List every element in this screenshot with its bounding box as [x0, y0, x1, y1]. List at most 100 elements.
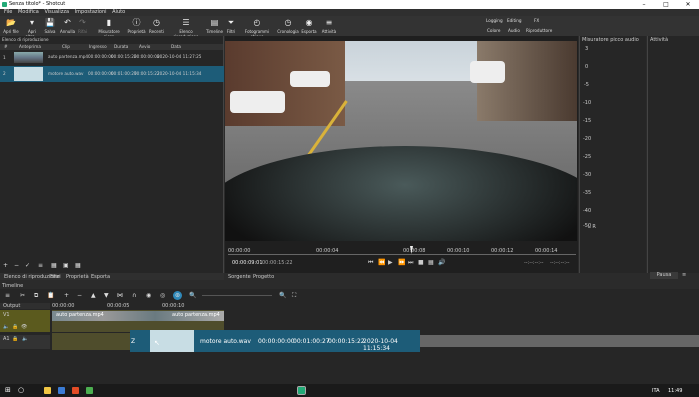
visibility-icon[interactable]: 👁: [21, 324, 27, 330]
windows-start-icon[interactable]: ⊞: [5, 386, 11, 394]
menu-edit[interactable]: Modifica: [18, 9, 39, 16]
layout-logging[interactable]: Logging: [486, 18, 503, 23]
tab-source[interactable]: Sorgente: [228, 274, 251, 280]
zoom-fit-icon[interactable]: ⛶: [292, 292, 296, 300]
timeline-menu-icon[interactable]: ≡: [5, 292, 10, 299]
layout-audio[interactable]: Audio: [508, 28, 520, 33]
snap-icon[interactable]: ∩: [132, 292, 136, 299]
remove-icon[interactable]: −: [14, 262, 19, 269]
office-icon[interactable]: [72, 387, 79, 394]
append-icon[interactable]: +: [64, 292, 69, 299]
col-preview[interactable]: Anteprima: [19, 44, 41, 49]
fast-forward-icon[interactable]: ⏩: [398, 259, 405, 266]
history-button[interactable]: ◷ Cronologia: [277, 18, 299, 34]
stop-icon[interactable]: ■: [418, 259, 424, 266]
overwrite-icon[interactable]: ▼: [104, 292, 109, 299]
shotcut-taskbar-icon[interactable]: [297, 386, 306, 395]
open-file-button[interactable]: 📂 Apri file: [2, 18, 20, 34]
volume-icon[interactable]: 🔊: [438, 259, 445, 266]
copy-icon[interactable]: ⧉: [34, 292, 38, 300]
clock[interactable]: 11:49: [668, 388, 682, 394]
video-clip[interactable]: auto partenza.mp4 auto partenza.mp4: [52, 310, 224, 332]
audio-clip[interactable]: Z motore auto.wav 00:00:00:00 00:01:00:2…: [130, 330, 420, 352]
pause-button[interactable]: Pausa: [650, 272, 678, 279]
zoom-slider[interactable]: [202, 295, 272, 296]
recent-button[interactable]: ◷ Recenti: [148, 18, 165, 34]
open-file-label: Apri file: [3, 29, 19, 34]
properties-button[interactable]: ⓘ Proprietà: [127, 18, 146, 34]
audio-gap[interactable]: [52, 333, 130, 350]
open-other-icon: ▾: [29, 18, 34, 27]
edge-icon[interactable]: [58, 387, 65, 394]
update-icon[interactable]: ✓: [25, 262, 30, 269]
col-clip[interactable]: Clip: [62, 44, 70, 49]
layout-player[interactable]: Riproduttore: [526, 28, 552, 33]
lock-icon[interactable]: 🔒: [12, 336, 18, 342]
col-num[interactable]: #: [4, 44, 8, 49]
skip-end-icon[interactable]: ⏭: [408, 259, 413, 267]
activity-menu-icon[interactable]: ≡: [682, 272, 686, 278]
jobs-button[interactable]: ≡ Attività: [320, 18, 338, 34]
rewind-icon[interactable]: ⏪: [378, 259, 385, 266]
play-icon[interactable]: ▶: [388, 259, 393, 266]
filters-button[interactable]: ⏷ Filtri: [225, 18, 237, 34]
col-in[interactable]: Ingresso: [89, 44, 107, 49]
layout-color[interactable]: Colore: [487, 28, 500, 33]
skip-start-icon[interactable]: ⏮: [368, 259, 373, 267]
save-button[interactable]: 💾 Salva: [44, 18, 56, 34]
details-view-icon[interactable]: ▦: [51, 262, 57, 269]
app-icon[interactable]: [86, 387, 93, 394]
lock-icon[interactable]: 🔒: [12, 324, 18, 330]
menu-file[interactable]: File: [4, 9, 12, 16]
playlist-row[interactable]: 2 motore auto.wav 00:00:00:00 00:01:00:2…: [0, 66, 224, 82]
video-viewer[interactable]: [225, 41, 577, 241]
paste-icon[interactable]: 📋: [47, 292, 54, 299]
row-clip: motore auto.wav: [48, 71, 84, 76]
grid-icon[interactable]: ▦: [428, 259, 434, 266]
current-time[interactable]: 00:00:09:01: [232, 260, 263, 266]
tab-filters[interactable]: Filtri: [50, 274, 61, 280]
col-start[interactable]: Avvio: [139, 44, 150, 49]
scrub-icon[interactable]: ◉: [146, 292, 151, 299]
language-indicator[interactable]: ITA: [652, 388, 660, 394]
layout-fx[interactable]: FX: [534, 18, 539, 23]
layout-editing[interactable]: Editing: [507, 18, 522, 23]
redo-button[interactable]: ↷ Rifai: [77, 18, 88, 34]
lift-icon[interactable]: ▲: [91, 292, 96, 299]
menu-help[interactable]: Aiuto: [112, 9, 125, 16]
track-header-v1[interactable]: V1 🔈 🔒 👁: [0, 310, 50, 332]
ripple-icon[interactable]: ◎: [160, 292, 165, 299]
col-duration[interactable]: Durata: [114, 44, 128, 49]
mute-icon[interactable]: 🔈: [3, 324, 9, 330]
col-date[interactable]: Data: [171, 44, 181, 49]
player-ruler[interactable]: 00:00:00 00:00:04 00:00:08 00:00:10 00:0…: [228, 246, 576, 256]
zoom-in-icon[interactable]: 🔍: [279, 292, 286, 299]
timeline-ruler[interactable]: 00:00:00 00:00:05 00:00:10: [52, 303, 699, 309]
remove-icon[interactable]: −: [77, 292, 82, 299]
split-icon[interactable]: ⋈: [117, 292, 123, 299]
maximize-button[interactable]: □: [655, 0, 677, 9]
zoom-out-icon[interactable]: 🔍: [189, 292, 196, 299]
tab-export[interactable]: Esporta: [91, 274, 110, 280]
mute-icon[interactable]: 🔈: [22, 336, 28, 342]
export-button[interactable]: ◉ Esporta: [300, 18, 318, 34]
menu-icon[interactable]: ≡: [38, 262, 43, 269]
add-icon[interactable]: +: [3, 262, 8, 269]
redo-icon: ↷: [79, 18, 86, 27]
timeline-button[interactable]: ▤ Timeline: [206, 18, 223, 34]
minimize-button[interactable]: –: [633, 0, 655, 9]
track-header-a1[interactable]: A1 🔒 🔈: [0, 335, 50, 349]
tab-properties[interactable]: Proprietà: [66, 274, 89, 280]
cut-icon[interactable]: ✂: [20, 292, 25, 299]
icons-view-icon[interactable]: ▦: [75, 262, 81, 269]
menu-settings[interactable]: Impostazioni: [75, 9, 107, 16]
undo-button[interactable]: ↶ Annulla: [60, 18, 75, 34]
search-icon[interactable]: ○: [18, 386, 24, 394]
close-button[interactable]: ✕: [677, 0, 699, 9]
explorer-icon[interactable]: [44, 387, 51, 394]
tab-project[interactable]: Progetto: [253, 274, 274, 280]
playlist-row[interactable]: 1 auto partenza.mp4 00:00:00:00 00:00:15…: [0, 51, 224, 64]
ripple-all-icon[interactable]: ⊛: [173, 291, 182, 300]
tiles-view-icon[interactable]: ▣: [63, 262, 69, 269]
menu-view[interactable]: Visualizza: [44, 9, 69, 16]
